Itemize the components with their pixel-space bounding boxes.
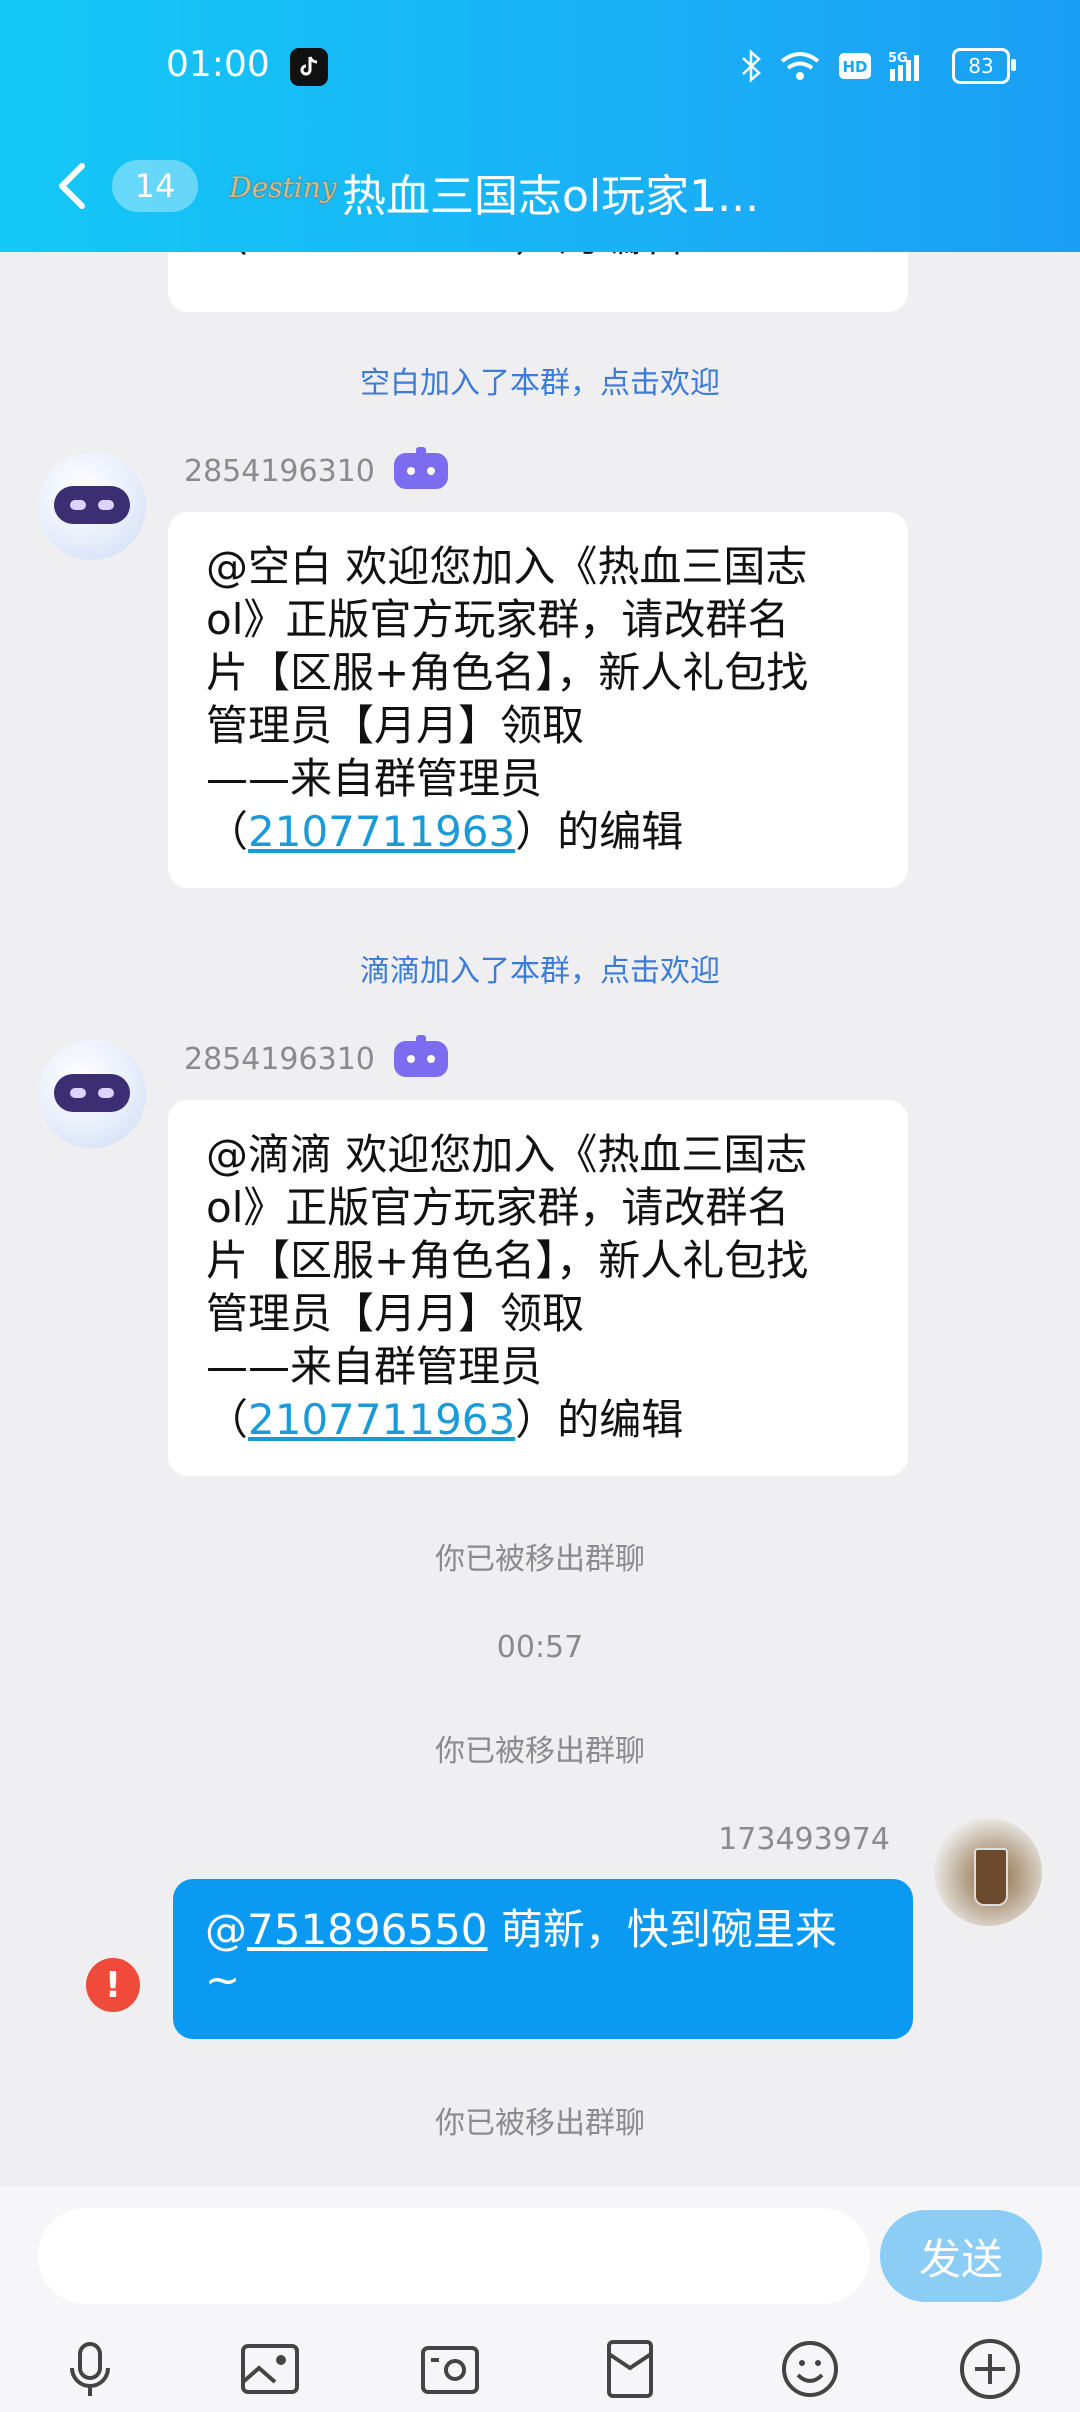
message-line: 管理员【月月】领取 [206, 701, 585, 750]
battery-indicator: 83 [952, 48, 1016, 84]
message-line: 片【区服+角色名】，新人礼包找 [206, 648, 809, 697]
message-line: @滴滴 欢迎您加入《热血三国志 [206, 1130, 808, 1179]
image-icon[interactable] [235, 2334, 305, 2404]
join-text: 滴滴加入了本群， [360, 954, 600, 989]
send-button[interactable]: 发送 [880, 2210, 1042, 2302]
my-message-bubble[interactable]: @751896550 萌新，快到碗里来 ~ [173, 1879, 913, 2039]
hd-icon: HD [839, 53, 871, 79]
unread-count-badge[interactable]: 14 [112, 160, 198, 212]
camera-icon[interactable] [415, 2334, 485, 2404]
mention-link[interactable]: 751896550 [247, 1905, 488, 1954]
message-bubble-partial[interactable]: （2107711963）的编辑 [168, 252, 908, 312]
plus-icon[interactable] [955, 2334, 1025, 2404]
message-text: （2107711963）的编辑 [206, 252, 874, 263]
message-tail: ~ [205, 1955, 241, 2004]
message-line: ol》正版官方玩家群，请改群名 [206, 595, 790, 644]
message-timestamp: 00:57 [496, 1630, 584, 1665]
message-body: 萌新，快到碗里来 [487, 1905, 837, 1954]
status-time: 01:00 [166, 44, 270, 85]
microphone-icon[interactable] [55, 2334, 125, 2404]
red-packet-icon[interactable] [595, 2334, 665, 2404]
back-button[interactable] [50, 158, 94, 214]
bot-message-bubble[interactable]: @空白 欢迎您加入《热血三国志 ol》正版官方玩家群，请改群名 片【区服+角色名… [168, 512, 908, 888]
message-line: 管理员【月月】领取 [206, 1289, 585, 1338]
emoji-icon[interactable] [775, 2334, 845, 2404]
sig-open: （ [206, 807, 249, 856]
sig-close: ）的编辑 [515, 1395, 684, 1444]
bot-visor [54, 1074, 130, 1112]
sig-close: ）的编辑 [515, 807, 684, 856]
system-join-notice: 滴滴加入了本群，点击欢迎 [0, 946, 1080, 990]
my-sender-id[interactable]: 173493974 [718, 1822, 890, 1857]
sender-id[interactable]: 2854196310 [184, 454, 375, 489]
bluetooth-icon [742, 49, 761, 83]
bot-visor [54, 486, 130, 524]
system-join-notice: 空白加入了本群，点击欢迎 [0, 358, 1080, 402]
my-avatar[interactable] [934, 1818, 1042, 1926]
avatar-photo-cup [974, 1848, 1008, 1906]
message-line: ol》正版官方玩家群，请改群名 [206, 1183, 790, 1232]
bot-eye [98, 500, 114, 510]
bot-avatar[interactable] [38, 452, 146, 560]
group-avatar-logo[interactable]: Destiny [226, 164, 340, 210]
sender-id[interactable]: 2854196310 [184, 1042, 375, 1077]
robot-badge-icon [394, 447, 448, 489]
welcome-link[interactable]: 点击欢迎 [600, 954, 720, 989]
message-line: 片【区服+角色名】，新人礼包找 [206, 1236, 809, 1285]
bot-eye [70, 1088, 86, 1098]
header-bar: 01:00 HD 5G 83 14 Destiny 热血三国志ol玩家1... [0, 0, 1080, 252]
at-symbol: @ [205, 1905, 247, 1954]
system-removed-notice: 你已被移出群聊 [435, 1542, 645, 1577]
send-failed-icon[interactable]: ! [86, 1958, 140, 2012]
status-icons: HD 5G 83 [740, 48, 1016, 84]
message-signature: （2107711963）的编辑 [206, 1393, 874, 1446]
chat-title[interactable]: 热血三国志ol玩家1... [342, 160, 759, 224]
tiktok-icon [290, 48, 328, 86]
svg-text:HD: HD [842, 58, 867, 76]
my-message-text: @751896550 萌新，快到碗里来 [205, 1905, 883, 1955]
message-line: @空白 欢迎您加入《热血三国志 [206, 542, 808, 591]
svg-text:5G: 5G [888, 51, 908, 66]
signal-icon: 5G [888, 51, 919, 81]
wifi-icon [780, 52, 820, 80]
message-line: ——来自群管理员 [206, 1342, 543, 1391]
message-line: ——来自群管理员 [206, 754, 543, 803]
robot-badge-icon [394, 1035, 448, 1077]
bot-eye [98, 1088, 114, 1098]
message-signature: （2107711963）的编辑 [206, 805, 874, 858]
qq-number-link[interactable]: 2107711963 [248, 807, 515, 856]
system-removed-notice: 你已被移出群聊 [435, 2106, 645, 2141]
welcome-link[interactable]: 点击欢迎 [600, 366, 720, 401]
message-input[interactable] [38, 2208, 870, 2304]
input-area: 发送 [0, 2186, 1080, 2412]
join-text: 空白加入了本群， [360, 366, 600, 401]
chat-message-list[interactable]: （2107711963）的编辑 空白加入了本群，点击欢迎 2854196310 … [0, 252, 1080, 2186]
system-removed-notice: 你已被移出群聊 [435, 1734, 645, 1769]
qq-number-link[interactable]: 2107711963 [248, 1395, 515, 1444]
bot-message-bubble[interactable]: @滴滴 欢迎您加入《热血三国志 ol》正版官方玩家群，请改群名 片【区服+角色名… [168, 1100, 908, 1476]
bot-eye [70, 500, 86, 510]
bot-avatar[interactable] [38, 1040, 146, 1148]
sig-open: （ [206, 1395, 249, 1444]
